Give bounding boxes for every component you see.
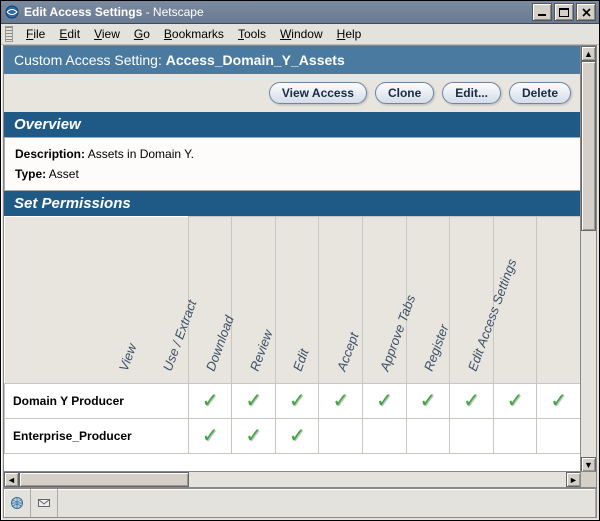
- menu-help[interactable]: Help: [330, 26, 369, 42]
- perm-row-name: Enterprise_Producer: [5, 419, 189, 454]
- window-app-name: - Netscape: [142, 5, 203, 19]
- page-header: Custom Access Setting: Access_Domain_Y_A…: [4, 46, 581, 74]
- perm-cell: [363, 419, 407, 454]
- close-button[interactable]: [576, 3, 596, 21]
- perm-cell: ✓: [493, 384, 537, 419]
- permissions-table: ViewUse / ExtractDownloadReviewEditAccep…: [4, 216, 581, 454]
- perm-cell: ✓: [188, 419, 232, 454]
- scroll-right-arrow[interactable]: ►: [566, 472, 581, 487]
- checkmark-icon: ✓: [420, 390, 437, 412]
- statusbar: [3, 488, 597, 518]
- type-value: Asset: [46, 167, 79, 181]
- perm-cell: ✓: [188, 384, 232, 419]
- vertical-scrollbar[interactable]: ▲ ▼: [580, 46, 596, 472]
- perm-col-edit-access-settings: Edit Access Settings: [537, 217, 581, 384]
- menu-window[interactable]: Window: [273, 26, 330, 42]
- overview-type-row: Type: Asset: [15, 164, 570, 184]
- menubar: FileEditViewGoBookmarksToolsWindowHelp: [1, 24, 599, 45]
- perm-cell: ✓: [232, 419, 276, 454]
- scroll-up-arrow[interactable]: ▲: [581, 46, 596, 61]
- checkmark-icon: ✓: [245, 425, 262, 447]
- globe-icon: [10, 496, 24, 510]
- overview-header: Overview: [4, 112, 581, 137]
- menu-view[interactable]: View: [87, 26, 127, 42]
- app-window: Edit Access Settings - Netscape FileEdit…: [0, 0, 600, 521]
- window-title: Edit Access Settings - Netscape: [24, 5, 204, 19]
- checkmark-icon: ✓: [332, 390, 349, 412]
- delete-button[interactable]: Delete: [509, 82, 571, 104]
- hscroll-thumb[interactable]: [19, 472, 189, 487]
- window-buttons: [532, 3, 596, 21]
- edit-button[interactable]: Edit...: [442, 82, 501, 104]
- perm-cell: [406, 419, 450, 454]
- overview-description-row: Description: Assets in Domain Y.: [15, 144, 570, 164]
- perm-cell: [537, 419, 581, 454]
- window-title-text: Edit Access Settings: [24, 5, 142, 19]
- content-area: Custom Access Setting: Access_Domain_Y_A…: [3, 45, 597, 488]
- menu-bookmarks[interactable]: Bookmarks: [157, 26, 231, 42]
- checkmark-icon: ✓: [289, 425, 306, 447]
- action-button-row: View Access Clone Edit... Delete: [4, 74, 581, 112]
- table-row: Domain Y Producer ✓ ✓ ✓ ✓ ✓ ✓ ✓ ✓ ✓: [5, 384, 581, 419]
- menu-edit[interactable]: Edit: [52, 26, 87, 42]
- checkmark-icon: ✓: [202, 425, 219, 447]
- perm-row-name: Domain Y Producer: [5, 384, 189, 419]
- maximize-button[interactable]: [554, 3, 574, 21]
- type-label: Type:: [15, 167, 46, 181]
- status-cell-wide: [58, 489, 596, 517]
- overview-box: Description: Assets in Domain Y. Type: A…: [4, 137, 581, 191]
- perm-cell: ✓: [319, 384, 363, 419]
- scroll-down-arrow[interactable]: ▼: [581, 457, 596, 472]
- page-header-name: Access_Domain_Y_Assets: [166, 52, 345, 68]
- perm-cell: ✓: [537, 384, 581, 419]
- scroll-left-arrow[interactable]: ◄: [4, 472, 19, 487]
- titlebar: Edit Access Settings - Netscape: [1, 1, 599, 24]
- perm-cell: ✓: [450, 384, 494, 419]
- status-cell-1: [4, 489, 31, 517]
- checkmark-icon: ✓: [289, 390, 306, 412]
- status-cell-2: [31, 489, 58, 517]
- mail-icon: [37, 496, 51, 510]
- menu-file[interactable]: File: [19, 26, 52, 42]
- perm-cell: [493, 419, 537, 454]
- menu-tools[interactable]: Tools: [231, 26, 273, 42]
- perm-cell: ✓: [275, 419, 319, 454]
- description-label: Description:: [15, 147, 85, 161]
- table-row: Enterprise_Producer ✓ ✓ ✓: [5, 419, 581, 454]
- perm-cell: [319, 419, 363, 454]
- set-permissions-header: Set Permissions: [4, 191, 581, 216]
- checkmark-icon: ✓: [463, 390, 480, 412]
- page-header-label: Custom Access Setting:: [14, 52, 166, 68]
- checkmark-icon: ✓: [507, 390, 524, 412]
- vscroll-thumb[interactable]: [581, 61, 596, 231]
- checkmark-icon: ✓: [550, 390, 567, 412]
- checkmark-icon: ✓: [245, 390, 262, 412]
- perm-cell: ✓: [406, 384, 450, 419]
- description-value: Assets in Domain Y.: [85, 147, 194, 161]
- minimize-button[interactable]: [532, 3, 552, 21]
- scroll-corner: [580, 471, 596, 487]
- perm-cell: [450, 419, 494, 454]
- horizontal-scrollbar[interactable]: ◄ ►: [4, 471, 581, 487]
- menu-go[interactable]: Go: [127, 26, 157, 42]
- view-access-button[interactable]: View Access: [269, 82, 367, 104]
- checkmark-icon: ✓: [202, 390, 219, 412]
- netscape-icon: [5, 5, 19, 19]
- menubar-grip[interactable]: [5, 26, 13, 42]
- checkmark-icon: ✓: [376, 390, 393, 412]
- clone-button[interactable]: Clone: [375, 82, 434, 104]
- perm-cell: ✓: [232, 384, 276, 419]
- perm-cell: ✓: [363, 384, 407, 419]
- perm-cell: ✓: [275, 384, 319, 419]
- content-inner: Custom Access Setting: Access_Domain_Y_A…: [4, 46, 581, 472]
